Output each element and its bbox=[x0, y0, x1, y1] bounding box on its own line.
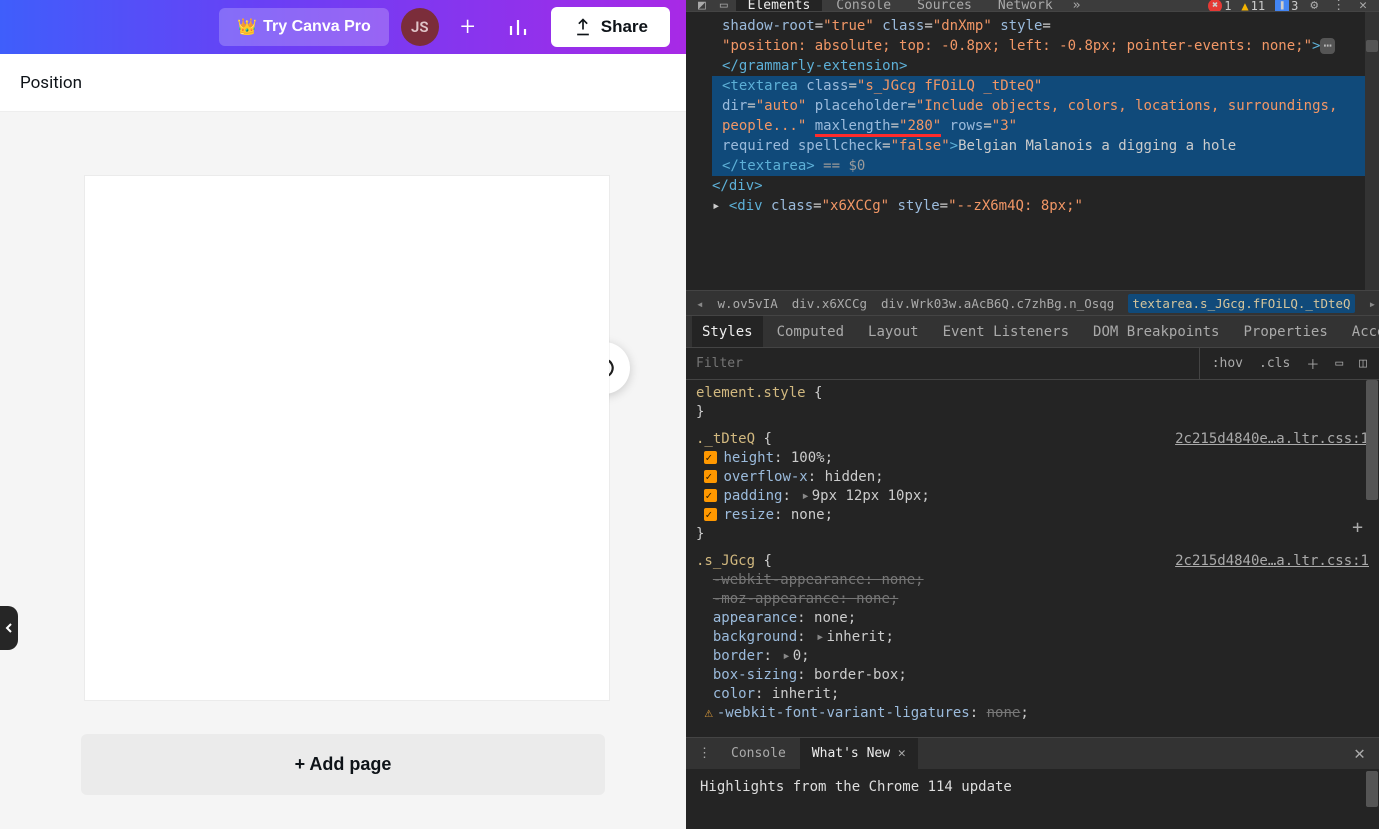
rule-source-link[interactable]: 2c215d4840e…a.ltr.css:1 bbox=[1175, 430, 1369, 449]
prop-checkbox[interactable] bbox=[704, 489, 717, 502]
dom-tree[interactable]: shadow-root="true" class="dnXmp" style= … bbox=[686, 12, 1379, 290]
close-devtools-icon[interactable]: ✕ bbox=[1353, 0, 1373, 12]
try-pro-label: Try Canva Pro bbox=[263, 18, 371, 36]
add-button[interactable]: + bbox=[451, 10, 485, 44]
subtab-layout[interactable]: Layout bbox=[858, 316, 929, 347]
warning-icon: ⚠ bbox=[704, 705, 712, 721]
styles-subtabs: Styles Computed Layout Event Listeners D… bbox=[686, 316, 1379, 348]
tab-console[interactable]: Console bbox=[824, 0, 903, 11]
subtab-a11y[interactable]: Accessibility bbox=[1342, 316, 1379, 347]
warning-badge[interactable]: ▲11 bbox=[1237, 0, 1269, 12]
drawer-tabs: ⋮ Console What's New ✕ ✕ bbox=[686, 737, 1379, 769]
subtab-props[interactable]: Properties bbox=[1233, 316, 1337, 347]
styles-filter-row: :hov .cls ＋ ▭ ◫ bbox=[686, 348, 1379, 380]
device-icon[interactable]: ▭ bbox=[714, 0, 734, 12]
breadcrumb: ◂ w.ov5vIA div.x6XCCg div.Wrk03w.aAcB6Q.… bbox=[686, 290, 1379, 316]
drawer-scrollbar[interactable] bbox=[1366, 771, 1378, 807]
more-tabs-icon[interactable]: » bbox=[1067, 0, 1087, 12]
kebab-icon[interactable]: ⋮ bbox=[1326, 0, 1351, 12]
prop-checkbox[interactable] bbox=[704, 451, 717, 464]
chevron-right-icon[interactable]: ▸ bbox=[1369, 296, 1377, 311]
css-rule: 2c215d4840e…a.ltr.css:1 .s_JGcg { -webki… bbox=[696, 552, 1369, 723]
tab-sources[interactable]: Sources bbox=[905, 0, 984, 11]
kebab-icon[interactable]: ⋮ bbox=[692, 746, 717, 761]
share-button[interactable]: Share bbox=[551, 7, 670, 47]
crumb-item[interactable]: w.ov5vIA bbox=[718, 296, 778, 311]
styles-scrollbar[interactable] bbox=[1366, 380, 1378, 500]
subtab-dombp[interactable]: DOM Breakpoints bbox=[1083, 316, 1229, 347]
subtab-events[interactable]: Event Listeners bbox=[933, 316, 1079, 347]
expand-side-handle[interactable] bbox=[0, 606, 18, 650]
tab-network[interactable]: Network bbox=[986, 0, 1065, 11]
inspect-icon[interactable]: ◩ bbox=[692, 0, 712, 12]
info-badge[interactable]: ❚3 bbox=[1271, 0, 1302, 12]
crown-icon: 👑 bbox=[237, 17, 257, 37]
drawer-body: Highlights from the Chrome 114 update bbox=[686, 769, 1379, 829]
prop-checkbox[interactable] bbox=[704, 508, 717, 521]
canva-app: 👑 Try Canva Pro JS + Share Position bbox=[0, 0, 686, 829]
canva-header: 👑 Try Canva Pro JS + Share bbox=[0, 0, 686, 54]
print-icon[interactable]: ▭ bbox=[1331, 356, 1347, 371]
tab-elements[interactable]: Elements bbox=[736, 0, 823, 11]
drawer-tab-console[interactable]: Console bbox=[719, 738, 798, 769]
close-tab-icon[interactable]: ✕ bbox=[898, 746, 906, 761]
canvas-page[interactable] bbox=[85, 176, 609, 700]
ellipsis-icon[interactable]: ⋯ bbox=[1320, 38, 1334, 54]
crumb-item-active[interactable]: textarea.s_JGcg.fFOiLQ._tDteQ bbox=[1128, 294, 1354, 313]
rule-source-link[interactable]: 2c215d4840e…a.ltr.css:1 bbox=[1175, 552, 1369, 571]
devtools-tabs: ◩ ▭ Elements Console Sources Network » ✖… bbox=[686, 0, 1379, 12]
dom-attr: shadow-root bbox=[722, 18, 815, 34]
share-label: Share bbox=[601, 17, 648, 37]
devtools: ◩ ▭ Elements Console Sources Network » ✖… bbox=[686, 0, 1379, 829]
whatsnew-headline: Highlights from the Chrome 114 update bbox=[700, 779, 1012, 795]
css-rule: element.style { } bbox=[696, 384, 1369, 422]
add-page-button[interactable]: + Add page bbox=[81, 734, 605, 795]
subtab-computed[interactable]: Computed bbox=[767, 316, 854, 347]
analytics-icon[interactable] bbox=[497, 6, 539, 48]
hov-toggle[interactable]: :hov bbox=[1208, 356, 1247, 371]
styles-body[interactable]: element.style { } 2c215d4840e…a.ltr.css:… bbox=[686, 380, 1379, 737]
drawer-tab-whatsnew[interactable]: What's New ✕ bbox=[800, 738, 918, 769]
try-canva-pro-button[interactable]: 👑 Try Canva Pro bbox=[219, 8, 389, 46]
prop-checkbox[interactable] bbox=[704, 470, 717, 483]
dom-scrollbar[interactable] bbox=[1365, 12, 1379, 290]
new-rule-icon[interactable]: ＋ bbox=[1302, 354, 1323, 373]
avatar[interactable]: JS bbox=[401, 8, 439, 46]
chevron-left-icon[interactable]: ◂ bbox=[696, 296, 704, 311]
selected-dom-node[interactable]: <textarea class="s_JGcg fFOiLQ _tDteQ" d… bbox=[712, 76, 1379, 176]
canvas-area: + Add page bbox=[0, 112, 686, 829]
close-drawer-icon[interactable]: ✕ bbox=[1346, 743, 1373, 764]
crumb-item[interactable]: div.Wrk03w.aAcB6Q.c7zhBg.n_Osqg bbox=[881, 296, 1114, 311]
settings-icon[interactable]: ⚙ bbox=[1304, 0, 1324, 12]
error-badge[interactable]: ✖1 bbox=[1204, 0, 1235, 12]
css-rule: 2c215d4840e…a.ltr.css:1 ._tDteQ { height… bbox=[696, 430, 1369, 544]
crumb-item[interactable]: div.x6XCCg bbox=[792, 296, 867, 311]
upload-icon bbox=[573, 17, 593, 37]
toggle-pane-icon[interactable]: ◫ bbox=[1355, 356, 1371, 371]
cls-toggle[interactable]: .cls bbox=[1255, 356, 1294, 371]
subtab-styles[interactable]: Styles bbox=[692, 316, 763, 347]
position-label: Position bbox=[20, 73, 82, 93]
styles-filter-input[interactable] bbox=[686, 348, 1199, 379]
add-declaration-icon[interactable]: + bbox=[1352, 518, 1363, 537]
position-toolbar[interactable]: Position bbox=[0, 54, 686, 112]
